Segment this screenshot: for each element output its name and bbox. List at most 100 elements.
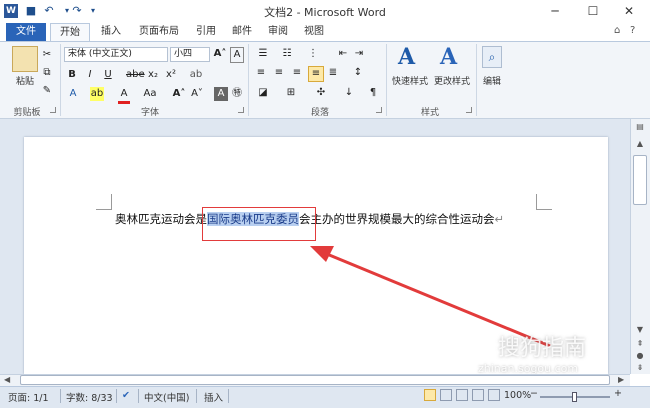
highlight-color-icon[interactable]: ab [90, 87, 104, 101]
browse-object-icon[interactable]: ● [632, 350, 648, 362]
print-layout-view-icon[interactable] [424, 389, 436, 401]
ruler-strip [0, 119, 650, 129]
status-separator [116, 389, 117, 403]
status-language[interactable]: 中文(中国) [144, 390, 189, 404]
prev-page-icon[interactable]: ⇞ [632, 338, 648, 350]
clipboard-launcher-icon[interactable] [50, 107, 56, 113]
scroll-up-icon[interactable]: ▲ [632, 138, 648, 150]
group-label-styles: 样式 [420, 108, 439, 118]
tab-insert[interactable]: 插入 [94, 23, 128, 41]
scroll-left-icon[interactable]: ◀ [4, 375, 10, 384]
tab-mailings[interactable]: 邮件 [226, 23, 258, 41]
minimize-button[interactable]: ─ [540, 2, 570, 20]
strikethrough-button[interactable]: abe [126, 68, 145, 82]
text-effect-icon[interactable]: A [66, 87, 80, 101]
cut-icon[interactable]: ✂ [40, 48, 54, 62]
zoom-out-button[interactable]: − [530, 388, 538, 399]
decrease-indent-icon[interactable]: ⇤ [336, 47, 350, 61]
italic-button[interactable]: I [84, 68, 96, 82]
multilevel-list-icon[interactable]: ⋮ [304, 47, 322, 61]
tab-view[interactable]: 视图 [298, 23, 330, 41]
tab-home[interactable]: 开始 [50, 23, 90, 41]
scroll-down-icon[interactable]: ▼ [632, 324, 648, 336]
shrink-font-icon[interactable]: A˅ [190, 87, 204, 101]
bullets-icon[interactable]: ☰ [254, 47, 272, 61]
enclose-char-icon[interactable]: ㊕ [230, 87, 244, 101]
next-page-icon[interactable]: ⇟ [632, 362, 648, 374]
tab-review[interactable]: 审阅 [262, 23, 294, 41]
draft-view-icon[interactable] [488, 389, 500, 401]
subscript-button[interactable]: x₂ [146, 68, 160, 82]
paste-icon[interactable] [12, 46, 38, 72]
close-button[interactable]: ✕ [614, 2, 644, 20]
web-layout-view-icon[interactable] [456, 389, 468, 401]
font-color-icon[interactable]: A [118, 87, 130, 104]
superscript-button[interactable]: x² [164, 68, 178, 82]
underline-button[interactable]: U [102, 68, 114, 82]
outline-view-icon[interactable] [472, 389, 484, 401]
watermark-text: 搜狗指南 [498, 336, 587, 361]
zoom-slider-thumb[interactable] [572, 392, 577, 402]
paste-button-label[interactable]: 粘贴 [10, 74, 40, 87]
group-label-paragraph: 段落 [310, 108, 329, 118]
shading-icon[interactable]: ◪ [254, 86, 272, 100]
paragraph-launcher-icon[interactable] [376, 107, 382, 113]
horizontal-scroll-thumb[interactable] [20, 375, 610, 385]
group-separator [248, 44, 249, 116]
chinese-layout-icon[interactable]: ✣ [312, 86, 330, 100]
status-word-count[interactable]: 字数: 8/33 [66, 390, 113, 404]
tab-page-layout[interactable]: 页面布局 [132, 23, 186, 41]
grow-font-icon[interactable]: A˄ [172, 87, 186, 101]
increase-indent-icon[interactable]: ⇥ [352, 47, 366, 61]
font-launcher-icon[interactable] [238, 107, 244, 113]
change-case-icon[interactable]: Aa [140, 87, 160, 101]
font-name-select[interactable]: 宋体 (中文正文) [64, 47, 168, 62]
font-size-select[interactable]: 小四 [170, 47, 210, 62]
collapse-ribbon-icon[interactable]: ⌂ [614, 25, 620, 36]
status-insert-mode[interactable]: 插入 [204, 390, 223, 404]
quick-styles-icon[interactable]: A [398, 44, 415, 70]
tab-file[interactable]: 文件 [6, 23, 46, 41]
borders-icon[interactable]: ⊞ [282, 86, 300, 100]
change-styles-button[interactable]: 更改样式 [432, 74, 472, 87]
format-painter-icon[interactable]: ✎ [40, 84, 54, 98]
quick-styles-button[interactable]: 快速样式 [390, 74, 430, 87]
copy-icon[interactable]: ⧉ [40, 66, 54, 80]
maximize-button[interactable]: ☐ [578, 2, 608, 20]
vertical-scroll-thumb[interactable] [633, 155, 647, 205]
change-styles-icon[interactable]: A [440, 44, 457, 70]
group-label-clipboard: 剪贴板 [13, 108, 41, 118]
help-icon[interactable]: ? [630, 25, 635, 36]
bold-button[interactable]: B [66, 68, 78, 82]
align-right-icon[interactable]: ≡ [290, 66, 304, 80]
align-center-icon[interactable]: ≡ [272, 66, 286, 80]
align-left-icon[interactable]: ≡ [254, 66, 268, 80]
justify-icon[interactable]: ≡ [308, 66, 324, 82]
status-separator [138, 389, 139, 403]
ruler-toggle-icon[interactable]: ▤ [632, 121, 648, 133]
styles-launcher-icon[interactable] [466, 107, 472, 113]
zoom-level[interactable]: 100% [504, 390, 531, 401]
status-separator [60, 389, 61, 403]
zoom-in-button[interactable]: + [614, 388, 622, 399]
show-marks-icon[interactable]: ¶ [366, 86, 380, 100]
numbering-icon[interactable]: ☷ [278, 47, 296, 61]
char-border-icon[interactable]: A [230, 47, 244, 63]
find-icon[interactable]: ⌕ [482, 46, 502, 68]
distributed-icon[interactable]: ≣ [326, 66, 340, 80]
status-separator [228, 389, 229, 403]
editing-button[interactable]: 编辑 [478, 74, 506, 87]
tab-references[interactable]: 引用 [190, 23, 222, 41]
paragraph-mark: ↵ [494, 212, 505, 226]
status-page[interactable]: 页面: 1/1 [8, 390, 49, 404]
crop-mark [96, 194, 112, 210]
scroll-right-icon[interactable]: ▶ [618, 375, 624, 384]
font-grow-icon[interactable]: A˄ [212, 47, 228, 61]
sort-icon[interactable]: ↓ [342, 86, 356, 100]
clear-format-icon[interactable]: ab [188, 68, 204, 82]
fullscreen-reading-view-icon[interactable] [440, 389, 452, 401]
line-spacing-icon[interactable]: ↕ [350, 66, 366, 80]
proofing-icon[interactable]: ✔ [122, 390, 130, 401]
char-shading-icon[interactable]: A [214, 87, 228, 101]
group-label-font: 字体 [140, 108, 159, 118]
